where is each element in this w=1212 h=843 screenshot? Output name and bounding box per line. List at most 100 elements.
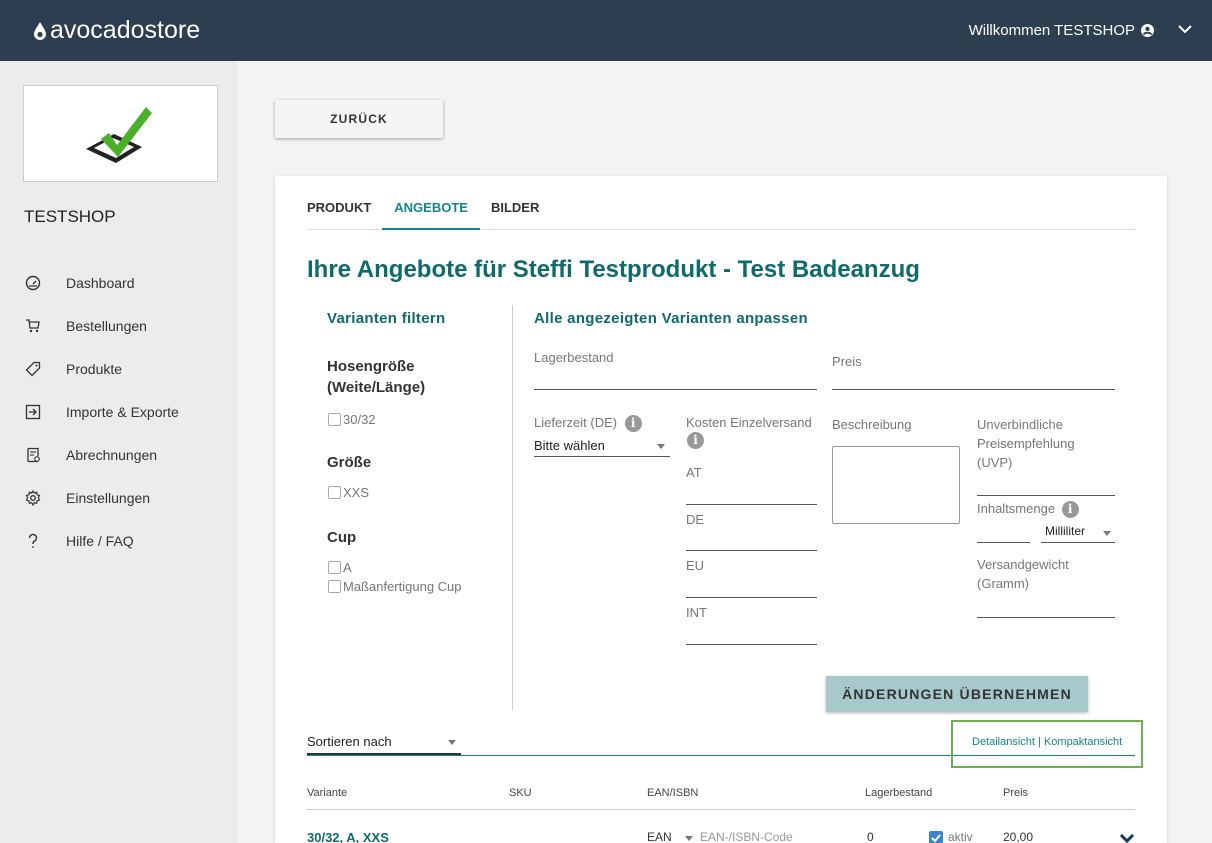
sidebar-item-label: Einstellungen xyxy=(66,489,151,506)
column-header-variante: Variante xyxy=(307,787,348,799)
check-icon xyxy=(931,834,941,843)
caret-down-icon xyxy=(657,444,665,449)
adjust-title: Alle angezeigten Varianten anpassen xyxy=(534,310,808,327)
kosten-int-label: INT xyxy=(686,605,707,620)
caret-down-icon xyxy=(448,740,456,745)
kosten-eu-label: EU xyxy=(686,558,705,573)
filter-option-30-32[interactable]: 30/32 xyxy=(328,412,376,427)
inhaltsmenge-text: Inhaltsmenge xyxy=(977,501,1056,516)
column-header-preis: Preis xyxy=(1003,787,1029,799)
view-toggle-links[interactable]: Detailansicht | Kompaktansicht xyxy=(972,736,1122,748)
filter-option-label: 30/32 xyxy=(343,412,376,427)
sidebar-item-abrechnungen[interactable]: Abrechnungen xyxy=(0,433,237,476)
user-icon xyxy=(1141,24,1154,37)
kosten-de-label: DE xyxy=(686,512,705,527)
info-icon[interactable]: i xyxy=(1061,501,1079,519)
checkbox[interactable] xyxy=(328,413,341,426)
tag-icon xyxy=(25,361,41,377)
table-header-divider xyxy=(307,809,1135,810)
chevron-down-icon[interactable] xyxy=(1119,833,1135,843)
sidebar-item-importe-exporte[interactable]: Importe & Exporte xyxy=(0,390,237,433)
apply-changes-button[interactable]: ÄNDERUNGEN ÜBERNEHMEN xyxy=(826,676,1088,712)
tab-bilder[interactable]: BILDER xyxy=(491,176,539,230)
beschreibung-label: Beschreibung xyxy=(832,417,912,432)
import-icon xyxy=(25,404,41,420)
invoice-icon xyxy=(25,447,41,463)
caret-down-icon xyxy=(1103,531,1111,536)
checkbox[interactable] xyxy=(328,486,341,499)
sidebar-item-label: Hilfe / FAQ xyxy=(66,532,134,549)
top-navbar: avocadostore Willkommen TESTSHOP xyxy=(0,0,1212,61)
sidebar-item-label: Produkte xyxy=(66,360,123,377)
sidebar-item-hilfe-faq[interactable]: Hilfe / FAQ xyxy=(0,519,237,562)
inhaltsmenge-label: Inhaltsmenge i xyxy=(977,499,1079,519)
column-header-ean: EAN/ISBN xyxy=(647,787,699,799)
product-tabs: PRODUKT ANGEBOTE BILDER xyxy=(307,176,1135,230)
checkbox[interactable] xyxy=(328,580,341,593)
sidebar-item-label: Importe & Exporte xyxy=(66,403,179,420)
kosten-int-input[interactable] xyxy=(686,644,817,645)
lagerbestand-cell[interactable]: 0 xyxy=(867,830,874,843)
sidebar-item-label: Dashboard xyxy=(66,274,135,291)
shop-logo xyxy=(23,85,218,182)
preis-input[interactable] xyxy=(832,389,1115,390)
back-button[interactable]: ZURÜCK xyxy=(275,100,443,138)
table-row-variant[interactable]: 30/32, A, XXS xyxy=(307,830,389,843)
versandgewicht-input[interactable] xyxy=(977,617,1115,618)
preis-cell[interactable]: 20,00 xyxy=(1003,830,1033,843)
kosten-at-label: AT xyxy=(686,465,702,480)
sidebar-item-dashboard[interactable]: Dashboard xyxy=(0,261,237,304)
preis-label: Preis xyxy=(832,354,862,369)
filter-option-a[interactable]: A xyxy=(328,560,352,575)
sort-select[interactable] xyxy=(307,753,461,755)
avocadostore-logo[interactable]: avocadostore xyxy=(34,16,200,45)
ean-input[interactable]: EAN-/ISBN-Code xyxy=(700,830,793,843)
help-icon xyxy=(25,533,41,549)
sidebar-item-bestellungen[interactable]: Bestellungen xyxy=(0,304,237,347)
column-divider xyxy=(512,305,513,710)
logo-text: avocadostore xyxy=(50,16,201,44)
info-icon[interactable]: i xyxy=(687,432,704,449)
tab-produkt[interactable]: PRODUKT xyxy=(307,176,371,230)
ean-type-select[interactable]: EAN xyxy=(647,830,672,843)
lagerbestand-input[interactable] xyxy=(534,389,817,390)
kosten-de-input[interactable] xyxy=(686,550,817,551)
kosten-eu-input[interactable] xyxy=(686,597,817,598)
kosten-at-input[interactable] xyxy=(686,504,817,505)
offers-card: PRODUKT ANGEBOTE BILDER Ihre Angebote fü… xyxy=(275,176,1167,843)
shop-name: TESTSHOP xyxy=(24,207,116,226)
filter-option-label: XXS xyxy=(343,485,370,500)
sort-select-value[interactable]: Sortieren nach xyxy=(307,734,392,749)
unit-select[interactable] xyxy=(1041,542,1115,543)
tab-angebote[interactable]: ANGEBOTE xyxy=(382,176,480,230)
lieferzeit-text: Lieferzeit (DE) xyxy=(534,415,618,430)
uvp-input[interactable] xyxy=(977,495,1115,496)
aktiv-checkbox[interactable] xyxy=(929,831,943,843)
filter-option-label: Maßanfertigung Cup xyxy=(343,579,462,594)
checkmark-logo-icon xyxy=(85,106,152,163)
sidebar-item-label: Abrechnungen xyxy=(66,446,158,463)
uvp-label: Unverbindliche Preisempfehlung (UVP) xyxy=(977,417,1075,470)
beschreibung-textarea[interactable] xyxy=(832,446,960,524)
lieferzeit-select[interactable] xyxy=(534,456,670,457)
column-header-sku: SKU xyxy=(509,787,532,799)
user-menu[interactable]: Willkommen TESTSHOP xyxy=(969,22,1154,39)
sidebar-item-produkte[interactable]: Produkte xyxy=(0,347,237,390)
checkbox[interactable] xyxy=(328,561,341,574)
kosten-label: Kosten Einzelversand xyxy=(686,415,812,430)
info-icon[interactable]: i xyxy=(624,415,642,433)
filter-group-hosengroesse: Hosengröße (Weite/Länge) xyxy=(327,358,426,396)
sidebar-nav: Dashboard Bestellungen Produkte Importe … xyxy=(0,261,237,562)
column-header-lagerbestand: Lagerbestand xyxy=(865,787,933,799)
sidebar-item-einstellungen[interactable]: Einstellungen xyxy=(0,476,237,519)
caret-down-icon xyxy=(685,836,693,841)
inhaltsmenge-input[interactable] xyxy=(977,542,1030,543)
chevron-down-icon[interactable] xyxy=(1178,24,1192,34)
lieferzeit-select-value: Bitte wählen xyxy=(534,438,605,453)
filter-title: Varianten filtern xyxy=(327,310,446,327)
filter-option-massanfertigung-cup[interactable]: Maßanfertigung Cup xyxy=(328,579,462,594)
filter-option-xxs[interactable]: XXS xyxy=(328,485,369,500)
dashboard-icon xyxy=(25,275,41,291)
avocado-logo-icon xyxy=(34,21,46,40)
lieferzeit-label: Lieferzeit (DE) i xyxy=(534,413,642,433)
